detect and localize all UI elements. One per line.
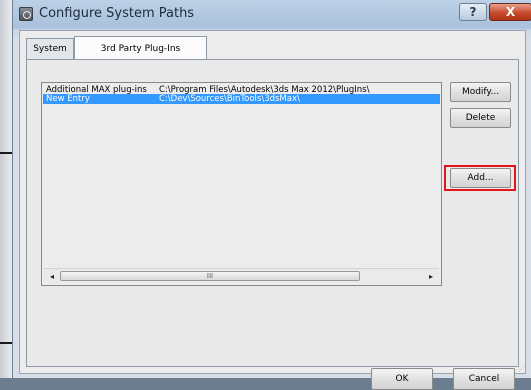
plugin-path-list[interactable]: Additional MAX plug-ins C:\Program Files… xyxy=(41,82,442,286)
scroll-left-arrow-icon[interactable]: ◂ xyxy=(46,271,58,282)
configure-system-paths-dialog: Configure System Paths ? X System 3rd Pa… xyxy=(12,0,531,390)
dialog-client-area: System 3rd Party Plug-Ins Additional MAX… xyxy=(19,30,526,390)
tab-page-3rd-party-plug-ins: Additional MAX plug-ins C:\Program Files… xyxy=(26,59,519,390)
horizontal-scrollbar[interactable]: ◂ III ▸ xyxy=(44,268,439,283)
ok-button[interactable]: OK xyxy=(371,368,433,390)
list-item-path: C:\Dev\Sources\BinTools\3dsMax\ xyxy=(159,94,300,104)
tab-system[interactable]: System xyxy=(26,38,74,59)
scroll-thumb[interactable]: III xyxy=(60,271,360,281)
resize-grip-icon[interactable]: ⋰ xyxy=(518,366,524,373)
add-button-highlight xyxy=(444,165,516,191)
background-mark xyxy=(0,342,12,344)
list-item-selected[interactable]: New Entry C:\Dev\Sources\BinTools\3dsMax… xyxy=(43,94,440,104)
cancel-button[interactable]: Cancel xyxy=(453,368,515,390)
help-button[interactable]: ? xyxy=(459,3,487,21)
window-title: Configure System Paths xyxy=(39,6,195,21)
modify-button[interactable]: Modify... xyxy=(450,82,511,102)
delete-button[interactable]: Delete xyxy=(450,108,511,128)
background-window-edge xyxy=(0,0,12,378)
title-bar[interactable]: Configure System Paths ? X xyxy=(13,0,531,28)
background-mark xyxy=(0,152,12,154)
close-button[interactable]: X xyxy=(489,3,531,21)
tab-3rd-party-plug-ins[interactable]: 3rd Party Plug-Ins xyxy=(74,36,207,59)
list-item-name: New Entry xyxy=(46,94,90,104)
scroll-right-arrow-icon[interactable]: ▸ xyxy=(425,271,437,282)
app-icon xyxy=(19,7,33,21)
